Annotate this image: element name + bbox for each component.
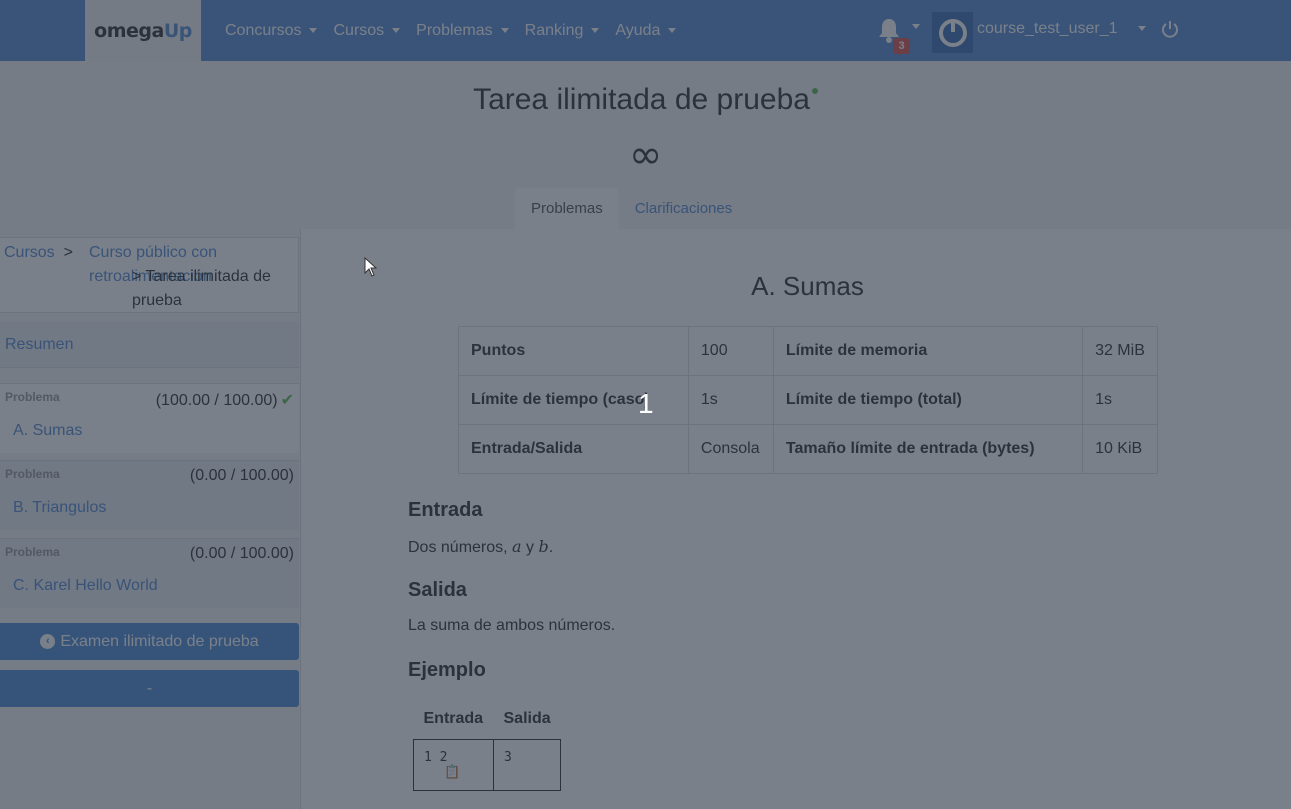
problem-score-text: (100.00 / 100.00) [155, 392, 278, 409]
info-value: 1s [1082, 375, 1158, 425]
example-table: Entrada Salida 1 2📋 3 [413, 699, 562, 791]
nav-problemas-label: Problemas [416, 21, 493, 39]
info-key: Límite de tiempo (total) [772, 375, 1084, 425]
example-header-output: Salida [503, 709, 551, 727]
table-row: Entrada/Salida Consola Tamaño límite de … [458, 424, 1158, 474]
input-text: . [548, 539, 554, 556]
info-value: 10 KiB [1082, 424, 1158, 474]
tab-problemas[interactable]: Problemas [515, 188, 619, 229]
omegaup-logo[interactable]: omega Up [85, 0, 201, 61]
page-title-text: Tarea ilimitada de prueba [473, 83, 810, 116]
mouse-cursor-icon [364, 257, 378, 277]
output-description: La suma de ambos números. [408, 617, 616, 634]
chevron-left-circle-icon: ‹ [40, 634, 56, 650]
nav-cursos[interactable]: Cursos [333, 21, 401, 40]
breadcrumb-current-text: > Tarea ilimitada de prueba [132, 268, 271, 309]
nav-concursos[interactable]: Concursos [225, 21, 318, 40]
nav-menu: Concursos Cursos Problemas Ranking Ayuda [225, 0, 677, 61]
problem-score: (0.00 / 100.00) [189, 545, 294, 562]
sidebar-problem-b[interactable]: Problema (0.00 / 100.00) B. Triangulos [0, 460, 299, 530]
math-var: b [538, 537, 549, 556]
sidebar-problem-c[interactable]: Problema (0.00 / 100.00) C. Karel Hello … [0, 538, 299, 608]
example-input-cell: 1 2📋 [413, 738, 494, 791]
nav-ayuda[interactable]: Ayuda [615, 21, 677, 40]
notification-badge: 3 [893, 38, 910, 54]
nav-concursos-label: Concursos [225, 21, 302, 39]
example-output-cell: 3 [492, 738, 562, 791]
chevron-down-icon [591, 28, 600, 33]
user-avatar-icon [938, 18, 967, 47]
problem-tag: Problema [5, 390, 60, 404]
checkmark-icon: ✔ [280, 392, 294, 409]
problem-name-link[interactable]: A. Sumas [13, 422, 82, 440]
nav-ranking-label: Ranking [524, 21, 584, 39]
chevron-down-icon [668, 28, 677, 33]
problem-title: A. Sumas [751, 271, 864, 301]
nav-ranking[interactable]: Ranking [525, 22, 600, 40]
info-key: Límite de memoria [772, 326, 1084, 376]
chevron-down-icon [392, 28, 401, 33]
info-key-text: Límite de tiempo (caso) [471, 391, 647, 408]
problem-score: (100.00 / 100.00) ✔ [156, 390, 294, 410]
page-title: Tarea ilimitada de prueba [0, 83, 1291, 117]
info-key: Puntos [458, 326, 689, 376]
avatar[interactable] [932, 12, 973, 53]
back-to-exam-button[interactable]: ‹ Examen ilimitado de prueba [0, 623, 299, 660]
status-dot-icon [811, 88, 818, 94]
problem-info-table: Puntos 100 Límite de memoria 32 MiB Lími… [458, 326, 1158, 474]
example-heading: Ejemplo [408, 659, 486, 681]
info-key: Entrada/Salida [458, 424, 689, 474]
info-key: Tamaño límite de entrada (bytes) [772, 424, 1084, 474]
input-text: Dos números, [408, 539, 513, 556]
summary-link[interactable]: Resumen [0, 322, 299, 368]
output-heading: Salida [408, 579, 467, 601]
problem-tag: Problema [5, 467, 60, 481]
brand-up-text: Up [163, 19, 193, 42]
sidebar-problem-a[interactable]: Problema (100.00 / 100.00) ✔ A. Sumas [0, 383, 299, 453]
example-input: 1 2 [424, 749, 448, 765]
input-text: y [521, 539, 539, 556]
time-remaining: ∞ [628, 132, 663, 178]
table-row: Puntos 100 Límite de memoria 32 MiB [458, 326, 1158, 376]
math-var: a [512, 537, 522, 556]
info-value: 1s [687, 375, 774, 425]
problem-name-link[interactable]: C. Karel Hello World [13, 577, 158, 595]
username[interactable]: course_test_user_1 [977, 20, 1118, 38]
info-key: Límite de tiempo (caso) [458, 375, 689, 425]
breadcrumb-separator: > [54, 244, 78, 261]
step-number: 1 [638, 388, 654, 419]
nav-cursos-label: Cursos [333, 21, 385, 39]
table-row: Entrada Salida [414, 699, 561, 739]
top-navbar: omega Up Concursos Cursos Problemas Ranki… [0, 0, 1291, 61]
chevron-down-icon [500, 28, 509, 33]
chevron-down-icon [309, 28, 318, 33]
input-description: Dos números, a y b. [408, 537, 553, 557]
info-value: 32 MiB [1082, 326, 1158, 376]
table-row: 1 2📋 3 [413, 738, 562, 791]
clipboard-icon[interactable]: 📋 [444, 765, 460, 780]
notification-chevron-down-icon[interactable] [912, 24, 920, 29]
table-row: Límite de tiempo (caso) 1s Límite de tie… [458, 375, 1158, 425]
tab-clarificaciones[interactable]: Clarificaciones [619, 188, 749, 229]
sidebar: Cursos > Curso público con retroalimenta… [0, 237, 300, 809]
secondary-button[interactable]: - [0, 670, 299, 707]
back-to-exam-label: Examen ilimitado de prueba [60, 633, 259, 650]
input-heading: Entrada [408, 499, 483, 521]
logout-power-icon[interactable] [1160, 19, 1180, 39]
nav-ayuda-label: Ayuda [615, 21, 661, 39]
breadcrumb-cursos-link[interactable]: Cursos [4, 244, 55, 261]
example-header-input: Entrada [423, 709, 484, 727]
problem-score: (0.00 / 100.00) [189, 467, 294, 484]
problem-tag: Problema [5, 545, 60, 559]
info-value: 100 [687, 326, 774, 376]
nav-problemas[interactable]: Problemas [416, 21, 509, 40]
user-menu-chevron-down-icon[interactable] [1138, 26, 1146, 31]
breadcrumb: Cursos > Curso público con retroalimenta… [0, 237, 299, 313]
info-value: Consola [687, 424, 774, 474]
problem-name-link[interactable]: B. Triangulos [13, 499, 106, 517]
tab-bar: Problemas Clarificaciones [515, 188, 748, 229]
problem-panel: A. Sumas Puntos 100 Límite de memoria 32… [300, 229, 1291, 809]
brand-omega-text: omega [94, 19, 164, 42]
